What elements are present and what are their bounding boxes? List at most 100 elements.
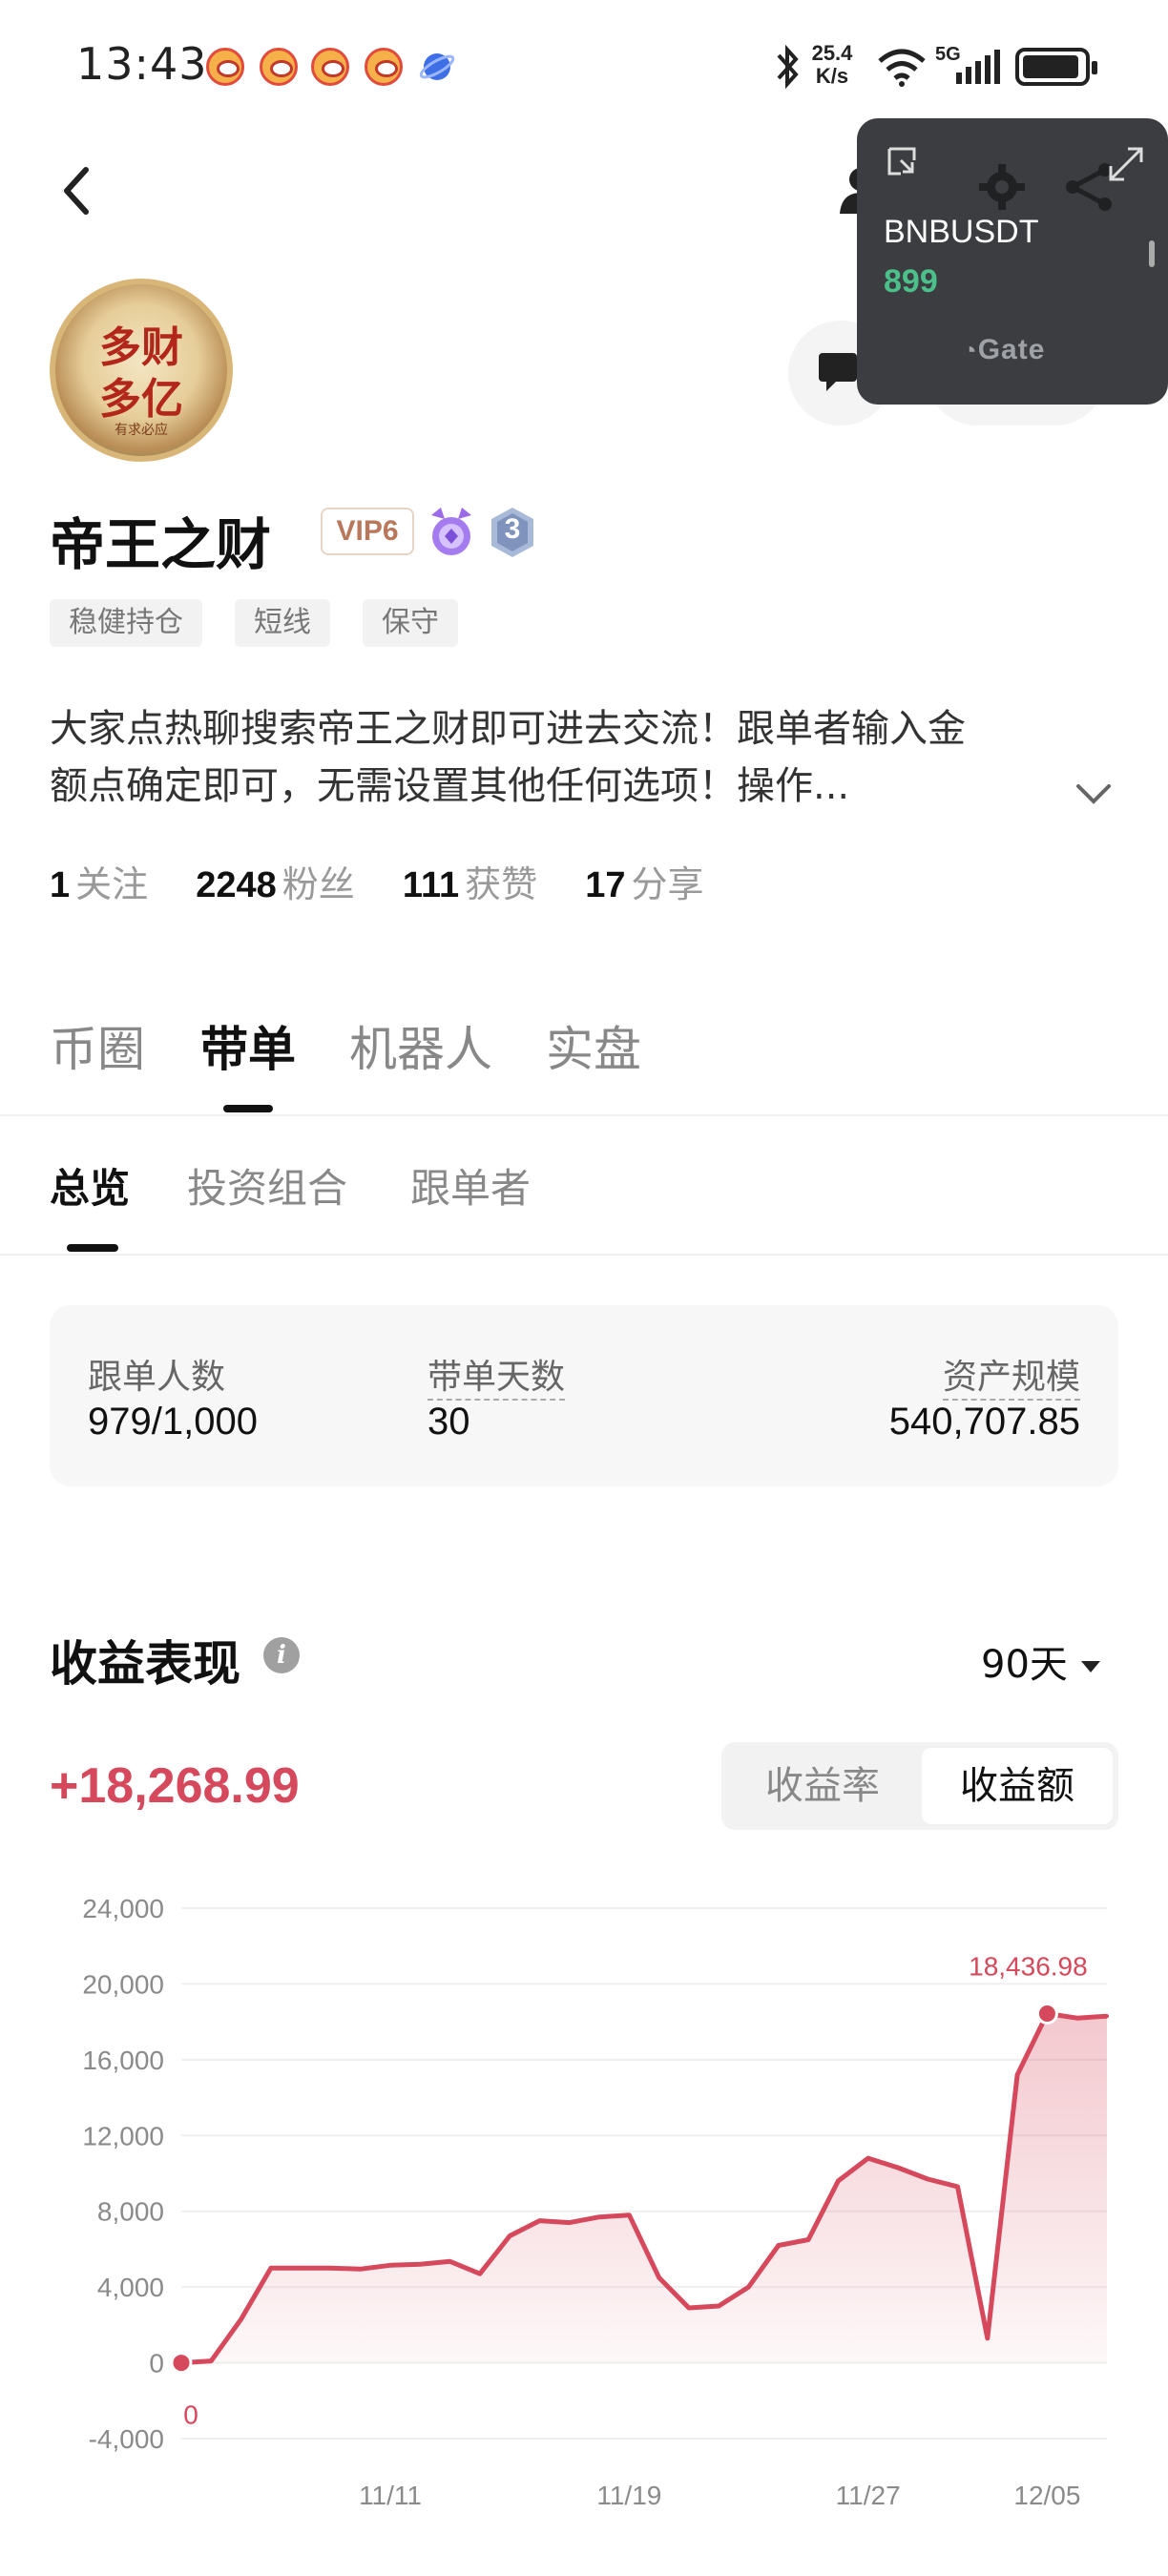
data-point xyxy=(239,2316,243,2321)
profile-tag: 稳健持仓 xyxy=(50,599,202,647)
pnl-area xyxy=(181,2013,1107,2363)
tab-live-trading[interactable]: 实盘 xyxy=(546,1011,641,1080)
profile-tag: 保守 xyxy=(363,599,458,647)
data-point xyxy=(299,2266,303,2271)
data-point xyxy=(657,2275,661,2280)
subtab-portfolio[interactable]: 投资组合 xyxy=(187,1156,347,1215)
data-point xyxy=(1074,2016,1079,2021)
data-point xyxy=(567,2220,572,2225)
stat-followers[interactable]: 2248 粉丝 xyxy=(196,855,355,907)
period-selector[interactable]: 90天 xyxy=(981,1633,1100,1689)
x-tick-label: 12/05 xyxy=(1013,2481,1080,2510)
weibo-notification-icon xyxy=(365,48,403,86)
metric-toggle: 收益率 收益额 xyxy=(721,1742,1118,1830)
lead-days-value: 30 xyxy=(428,1401,470,1443)
y-tick-label: 12,000 xyxy=(82,2121,164,2150)
weibo-notification-icon xyxy=(311,48,349,86)
aum-label[interactable]: 资产规模 xyxy=(942,1349,1080,1401)
data-point xyxy=(955,2184,960,2189)
battery-icon xyxy=(1015,48,1097,86)
data-point xyxy=(358,2267,363,2272)
bluetooth-icon xyxy=(777,44,799,90)
profile-bio[interactable]: 大家点热聊搜索帝王之财即可进去交流！跟单者输入金 额点确定即可，无需设置其他任何… xyxy=(50,700,1118,815)
pnl-chart[interactable]: 24,000 20,000 16,000 12,000 8,000 4,000 0 -4,00… xyxy=(0,1870,1168,2519)
tab-bots[interactable]: 机器人 xyxy=(349,1011,492,1080)
data-point xyxy=(895,2166,900,2171)
annotated-point[interactable] xyxy=(170,2352,193,2375)
y-tick-label: -4,000 xyxy=(89,2424,164,2454)
tab-crypto-circle[interactable]: 币圈 xyxy=(50,1011,145,1080)
y-tick-label: 20,000 xyxy=(82,1969,164,1999)
data-point xyxy=(418,2262,423,2267)
data-point xyxy=(1105,2014,1109,2019)
data-point xyxy=(836,2178,841,2183)
wifi-icon xyxy=(878,49,926,87)
toggle-pnl-amount[interactable]: 收益额 xyxy=(922,1748,1113,1824)
data-point xyxy=(866,2156,870,2161)
floating-ticker-widget[interactable]: BNBUSDT 899 ◔Gate xyxy=(857,118,1168,405)
back-arrow-icon[interactable] xyxy=(57,162,95,219)
divider xyxy=(0,1254,1168,1256)
status-bar: 13:43 25.4 K/s 5G xyxy=(0,0,1168,134)
network-speed: 25.4 K/s xyxy=(811,41,853,88)
performance-title: 收益表现 xyxy=(50,1636,240,1692)
data-point xyxy=(448,2259,452,2264)
y-tick-label: 4,000 xyxy=(97,2273,164,2302)
data-point xyxy=(388,2263,393,2268)
lead-days-label[interactable]: 带单天数 xyxy=(428,1349,566,1401)
data-point xyxy=(746,2285,751,2290)
weibo-notification-icon xyxy=(206,48,244,86)
subtab-indicator xyxy=(67,1244,118,1252)
gear-icon[interactable] xyxy=(977,162,1027,212)
expand-icon[interactable] xyxy=(1107,145,1145,183)
caret-down-icon xyxy=(1080,1661,1100,1672)
avatar[interactable]: 多财 多亿 有求必应 xyxy=(50,279,233,462)
data-point xyxy=(686,2305,691,2310)
toggle-return-rate[interactable]: 收益率 xyxy=(727,1748,918,1824)
data-point xyxy=(776,2243,781,2248)
data-point xyxy=(1015,2072,1020,2077)
subtab-overview[interactable]: 总览 xyxy=(50,1156,130,1215)
widget-scrollbar[interactable] xyxy=(1149,240,1155,267)
y-tick-label: 0 xyxy=(149,2349,164,2379)
data-point xyxy=(627,2212,632,2217)
subtab-followers[interactable]: 跟单者 xyxy=(410,1156,531,1215)
data-point xyxy=(926,2176,930,2181)
stat-shares[interactable]: 17 分享 xyxy=(585,855,703,907)
y-tick-label: 8,000 xyxy=(97,2197,164,2227)
data-point xyxy=(985,2336,990,2340)
picture-in-picture-icon[interactable] xyxy=(886,145,920,179)
data-point xyxy=(328,2266,333,2271)
planet-app-icon xyxy=(419,53,455,80)
info-icon[interactable]: i xyxy=(263,1637,300,1673)
gate-logo: ◔Gate xyxy=(962,334,1046,365)
ticker-price: 899 xyxy=(884,263,938,300)
signal-icon xyxy=(956,50,1000,84)
vip-badge[interactable]: VIP6 xyxy=(321,508,414,555)
y-tick-label: 24,000 xyxy=(82,1894,164,1923)
data-point xyxy=(477,2272,482,2276)
annotated-point[interactable] xyxy=(1035,2002,1058,2025)
data-point xyxy=(508,2233,512,2238)
ticker-symbol: BNBUSDT xyxy=(884,214,1039,250)
tab-copy-trading[interactable]: 带单 xyxy=(200,1011,296,1080)
x-tick-label: 11/19 xyxy=(596,2481,661,2510)
data-point xyxy=(268,2266,273,2271)
data-point xyxy=(537,2218,542,2223)
stat-likes[interactable]: 111 获赞 xyxy=(403,855,537,907)
status-time: 13:43 xyxy=(76,38,208,90)
profile-name: 帝王之财 xyxy=(50,512,272,577)
data-point xyxy=(717,2304,721,2308)
annotation-label: 18,436.98 xyxy=(969,1951,1088,1981)
level-badge-number: 3 xyxy=(504,513,521,545)
data-point xyxy=(597,2214,602,2219)
medal-icon[interactable] xyxy=(426,506,477,559)
followers-count-label: 跟单人数 xyxy=(88,1358,226,1397)
followers-count-value: 979/1,000 xyxy=(88,1401,258,1443)
chevron-down-icon[interactable] xyxy=(1074,780,1113,809)
total-pnl: +18,268.99 xyxy=(50,1758,300,1814)
data-point xyxy=(806,2237,811,2242)
aum-value: 540,707.85 xyxy=(888,1401,1080,1443)
stat-following[interactable]: 1 关注 xyxy=(50,855,148,907)
overview-card: 跟单人数 979/1,000 带单天数 30 资产规模 540,707.85 xyxy=(50,1305,1118,1486)
